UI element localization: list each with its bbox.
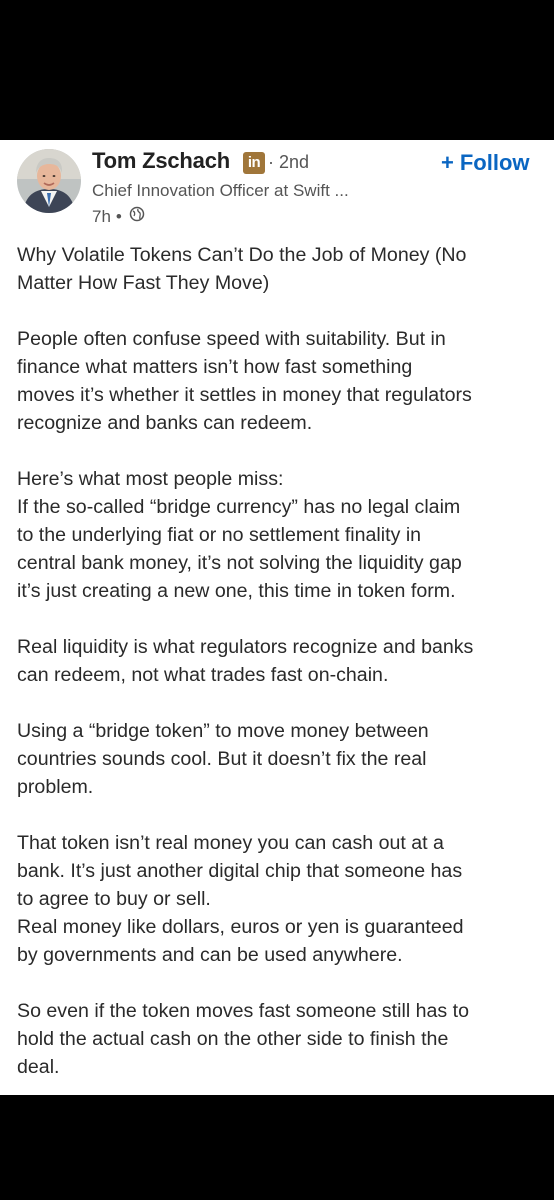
author-headline[interactable]: Chief Innovation Officer at Swift ...: [92, 181, 349, 201]
follow-button[interactable]: + Follow: [441, 150, 530, 176]
post-paragraph: People often confuse speed with suitabil…: [17, 328, 472, 434]
linkedin-post: Tom Zschach in · 2nd + Follow Chief Innov…: [0, 140, 554, 1095]
post-paragraph: So even if the token moves fast someone …: [17, 1000, 469, 1078]
avatar-photo: [17, 149, 81, 213]
top-black-bar: [0, 0, 554, 140]
post-paragraph-title: Why Volatile Tokens Can’t Do the Job of …: [17, 244, 467, 294]
bottom-black-bar: [0, 1095, 554, 1200]
post-paragraph: Here’s what most people miss: If the so-…: [17, 468, 462, 602]
globe-icon: [129, 206, 145, 227]
meta-separator: •: [115, 206, 122, 226]
post-paragraph: That token isn’t real money you can cash…: [17, 832, 464, 966]
post-body: Why Volatile Tokens Can’t Do the Job of …: [17, 241, 547, 1081]
post-time: 7h: [92, 206, 111, 226]
linkedin-badge-icon: in: [243, 152, 265, 174]
post-paragraph: Real liquidity is what regulators recogn…: [17, 636, 474, 686]
follow-label: Follow: [459, 150, 530, 175]
post-paragraph: Using a “bridge token” to move money bet…: [17, 720, 429, 798]
connection-degree: · 2nd: [268, 152, 310, 172]
author-name[interactable]: Tom Zschach: [92, 148, 230, 174]
plus-icon: +: [441, 150, 454, 175]
author-avatar[interactable]: [17, 149, 81, 213]
post-meta: 7h •: [92, 206, 145, 227]
